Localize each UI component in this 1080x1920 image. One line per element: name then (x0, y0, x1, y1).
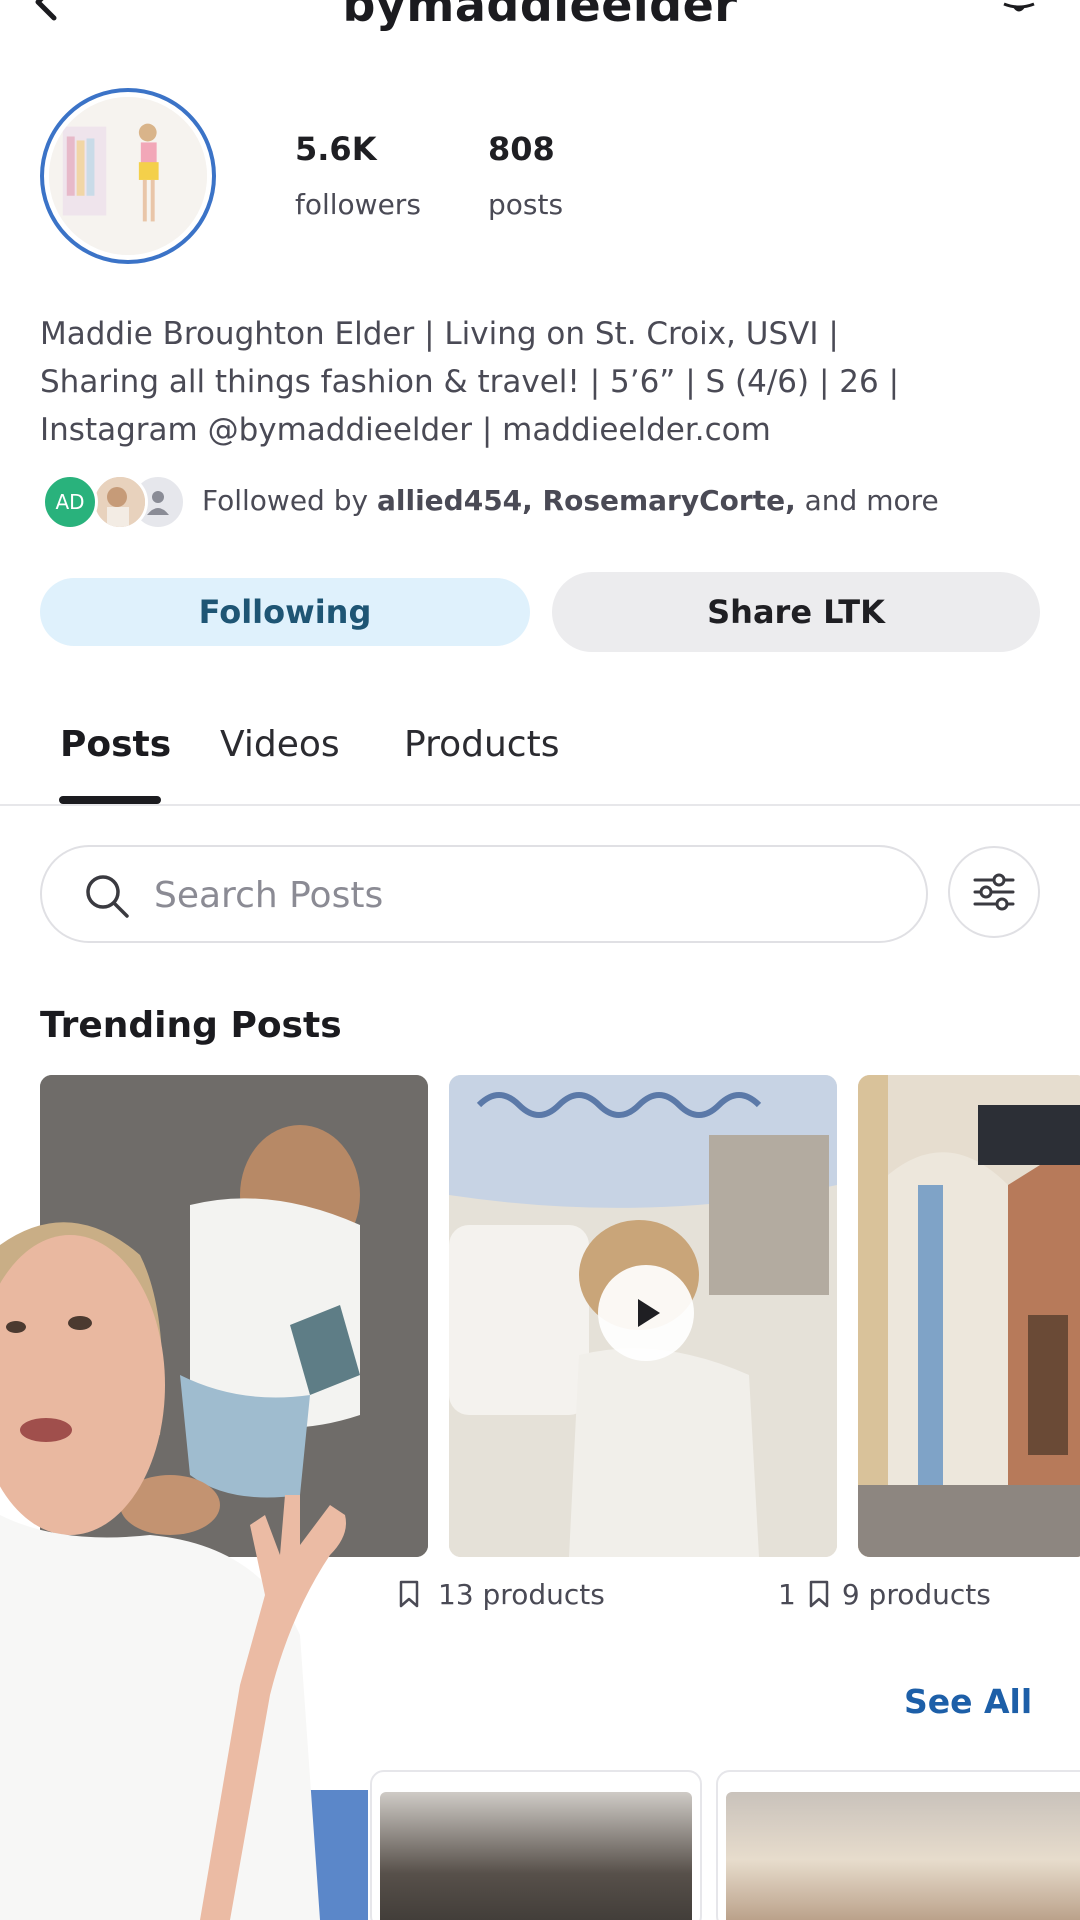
tab-posts[interactable]: Posts (60, 724, 171, 765)
profile-avatar[interactable] (40, 88, 216, 264)
profile-bio: Maddie Broughton Elder | Living on St. C… (40, 310, 1040, 454)
followers-label: followers (295, 188, 421, 221)
tab-products[interactable]: Products (404, 724, 559, 765)
presenter-video-overlay (0, 1222, 346, 1920)
post-image (726, 1792, 1080, 1920)
top-bar: bymaddieelder (0, 0, 1080, 40)
see-all-link[interactable]: See All (904, 1682, 1032, 1721)
followed-by-prefix: Followed by (202, 484, 377, 517)
search-bar[interactable] (40, 845, 928, 943)
followed-by-names: allied454, RosemaryCorte, (376, 484, 796, 517)
sliders-icon (973, 873, 1015, 911)
post-image (858, 1075, 1080, 1557)
post-meta: 1 9 products (778, 1578, 991, 1611)
product-count[interactable]: 9 products (842, 1578, 991, 1611)
trending-post-card[interactable] (858, 1075, 1080, 1557)
followed-by-text: Followed by allied454, RosemaryCorte, an… (202, 484, 939, 517)
bookmark-icon[interactable] (808, 1580, 830, 1608)
profile-tabs: Posts Videos Products (0, 700, 1080, 806)
page-title: bymaddieelder (342, 0, 738, 32)
avatar-photo (49, 97, 207, 255)
follower-avatar-photo (92, 474, 148, 530)
post-card[interactable] (716, 1770, 1080, 1920)
search-icon (86, 875, 129, 918)
followers-stat[interactable]: 5.6K followers (295, 130, 421, 221)
tab-videos[interactable]: Videos (220, 724, 340, 765)
product-count[interactable]: 13 products (438, 1578, 605, 1611)
search-input[interactable] (154, 869, 854, 921)
posts-label: posts (488, 188, 564, 221)
followed-by-row[interactable]: AD Followed by allied454, RosemaryCorte,… (42, 470, 1042, 530)
bio-line: Maddie Broughton Elder | Living on St. C… (40, 316, 839, 352)
active-tab-indicator (59, 796, 161, 804)
play-icon (638, 1299, 660, 1327)
filter-button[interactable] (948, 846, 1040, 938)
trending-post-card[interactable] (449, 1075, 837, 1557)
trending-posts-heading: Trending Posts (40, 1005, 342, 1046)
posts-stat[interactable]: 808 posts (488, 130, 563, 221)
bio-line: Sharing all things fashion & travel! | 5… (40, 364, 900, 400)
share-ltk-button[interactable]: Share LTK (552, 572, 1040, 652)
following-button[interactable]: Following (40, 578, 530, 646)
posts-count: 808 (488, 130, 555, 168)
followed-by-suffix: and more (795, 484, 939, 517)
play-button[interactable] (598, 1265, 694, 1361)
bell-icon (1003, 2, 1035, 12)
notification-button[interactable] (996, 0, 1042, 20)
save-count: 1 (778, 1578, 796, 1611)
bio-line[interactable]: Instagram @bymaddieelder | maddieelder.c… (40, 406, 1040, 454)
followers-count: 5.6K (295, 130, 377, 168)
follower-avatar-initials: AD (42, 474, 98, 530)
